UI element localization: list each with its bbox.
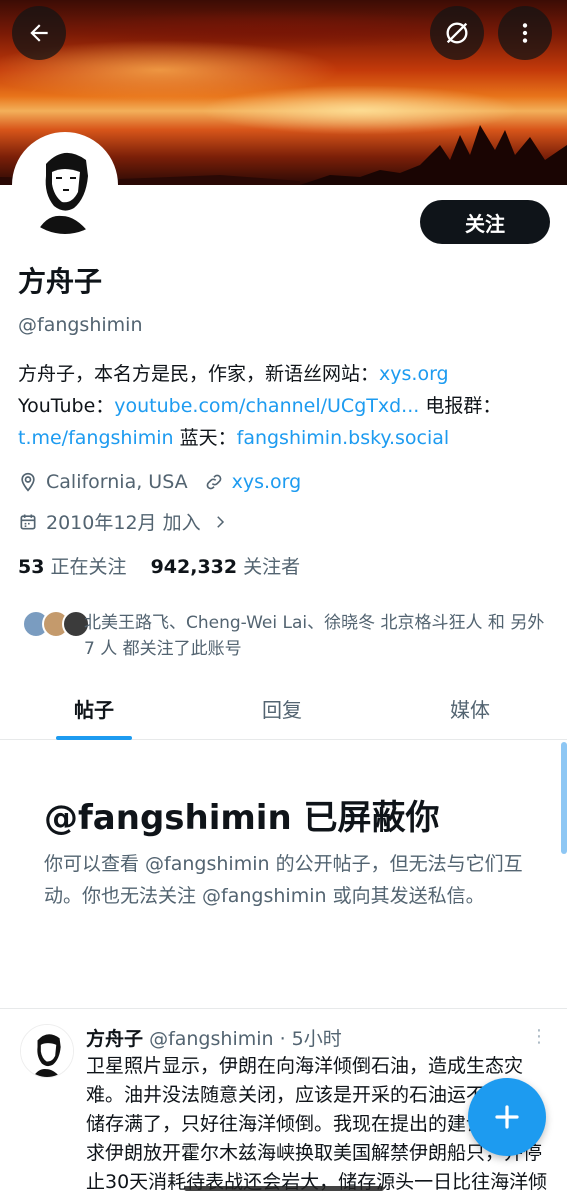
post-handle[interactable]: @fangshimin (149, 1028, 273, 1050)
joined-text: 2010年12月 加入 (46, 512, 201, 534)
bio-text: 电报群： (419, 395, 502, 417)
post-time: · 5小时 (273, 1028, 342, 1050)
website-link[interactable]: xys.org (232, 471, 302, 493)
followers-link[interactable]: 942,332 关注者 (151, 556, 301, 578)
followed-by-text[interactable]: 北美王路飞、Cheng-Wei Lai、徐晓冬 北京格斗狂人 和 另外 7 人 … (84, 610, 554, 662)
profile-meta-row: California, USA xys.org (18, 471, 301, 493)
following-count: 53 (18, 556, 45, 578)
link-icon (206, 474, 221, 490)
avatar-portrait-icon (21, 1025, 73, 1077)
post-avatar[interactable] (20, 1024, 74, 1078)
following-link[interactable]: 53 正在关注 (18, 556, 127, 578)
follow-button[interactable]: 关注 (420, 200, 550, 244)
compose-button[interactable] (468, 1078, 546, 1156)
post-header: 方舟子 @fangshimin · 5小时 (86, 1024, 342, 1051)
bio-text: YouTube： (18, 395, 115, 417)
post-more-icon[interactable]: ⋮ (530, 1026, 548, 1047)
scrollbar[interactable] (561, 742, 567, 854)
avatar-portrait-icon (16, 136, 114, 234)
arrow-left-icon (30, 24, 48, 42)
home-indicator[interactable] (184, 1186, 384, 1191)
follow-counts: 53 正在关注 942,332 关注者 (18, 552, 300, 579)
following-label: 正在关注 (50, 556, 127, 578)
joined-row[interactable]: 2010年12月 加入 (18, 508, 237, 535)
tab-posts[interactable]: 帖子 (74, 694, 114, 723)
grok-button[interactable] (430, 6, 484, 60)
profile-handle: @fangshimin (18, 314, 143, 336)
blocked-text: 你可以查看 @fangshimin 的公开帖子，但无法与它们互动。你也无法关注 … (44, 853, 523, 907)
more-button[interactable] (498, 6, 552, 60)
bio-link-bluesky[interactable]: fangshimin.bsky.social (237, 427, 450, 449)
followers-label: 关注者 (243, 556, 301, 578)
more-vertical-icon (522, 23, 528, 43)
tab-media[interactable]: 媒体 (450, 694, 490, 723)
location-text: California, USA (46, 471, 188, 493)
profile-bio: 方舟子，本名方是民，作家，新语丝网站：xys.org YouTube：youtu… (18, 358, 558, 454)
profile-tabs: 帖子 回复 媒体 (0, 682, 567, 740)
followers-count: 942,332 (150, 556, 238, 578)
post-author[interactable]: 方舟子 (86, 1028, 143, 1050)
tab-replies[interactable]: 回复 (262, 694, 302, 723)
profile-avatar[interactable] (12, 132, 118, 238)
chevron-right-icon (216, 515, 224, 528)
followed-by-avatars[interactable] (22, 610, 90, 638)
divider (0, 1008, 567, 1009)
blocked-title: @fangshimin 已屏蔽你 (44, 798, 440, 838)
bio-link-youtube[interactable]: youtube.com/channel/UCgTxd... (114, 395, 419, 417)
location-pin-icon (21, 472, 35, 492)
back-button[interactable] (12, 6, 66, 60)
slash-circle-icon (446, 22, 468, 44)
calendar-icon (20, 514, 36, 529)
plus-icon (495, 1105, 519, 1129)
profile-name: 方舟子 (18, 265, 103, 298)
bio-text: 蓝天： (173, 427, 237, 449)
bio-link-xys[interactable]: xys.org (379, 363, 449, 385)
active-tab-indicator (56, 736, 132, 740)
bio-text: 方舟子，本名方是民，作家，新语丝网站： (18, 363, 380, 385)
bio-link-telegram[interactable]: t.me/fangshimin (18, 427, 174, 449)
